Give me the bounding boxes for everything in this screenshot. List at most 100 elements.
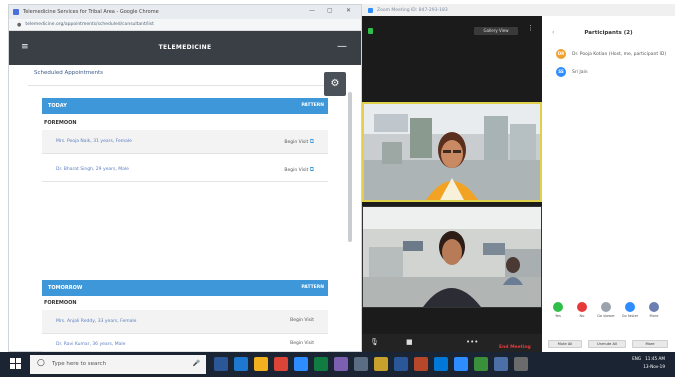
settings-icon[interactable]: ⚙ (324, 72, 346, 96)
clock-time[interactable]: 11:45 AM (645, 356, 665, 361)
appointment-row[interactable]: Dr. Ravi Kumar, 36 years, Male Begin Vis… (42, 336, 328, 352)
address-bar[interactable]: ● telemedicine.org/appointments/schedule… (9, 19, 361, 31)
gallery-toolbar: Gallery View ⋮ (362, 16, 542, 46)
video-call-icon[interactable]: ⧉ (310, 166, 314, 173)
video-call-icon[interactable]: ⧉ (310, 138, 314, 145)
search-icon[interactable]: ○ (37, 358, 45, 368)
video-tile[interactable] (362, 206, 542, 308)
more-icon[interactable]: ••• (466, 338, 478, 346)
participant-video-1 (364, 104, 540, 200)
patient-name[interactable]: Dr. Bharat Singh, 29 years, Male (56, 167, 129, 172)
zoom-window: Zoom Meeting ID: 847-293-183 Gallery Vie… (362, 4, 675, 364)
nonverbal-feedback-bar: Yes No Go slower Go faster More (542, 302, 675, 332)
scheduled-appointments-panel: Scheduled Appointments (28, 62, 324, 86)
section-label: TOMORROW (48, 285, 83, 291)
section-label: TODAY (48, 103, 67, 109)
language-indicator[interactable]: ENG (632, 356, 641, 361)
zoom-window-title: Zoom Meeting ID: 847-293-183 (377, 7, 448, 13)
powerpoint-icon[interactable] (414, 357, 428, 371)
system-tray[interactable]: ENG 11:45 AM 13-Nov-19 (632, 355, 665, 371)
session-label: FOREMOON (44, 120, 77, 126)
avatar: DR (556, 49, 566, 59)
cross-icon[interactable] (577, 302, 587, 312)
word-icon[interactable] (394, 357, 408, 371)
patient-name[interactable]: Mrs. Anjali Reddy, 33 years, Female (56, 319, 136, 324)
zoom-app-icon (368, 7, 373, 13)
appointment-row[interactable]: Dr. Bharat Singh, 29 years, Male Begin V… (42, 158, 328, 182)
more-button[interactable]: More (632, 340, 668, 348)
mic-icon[interactable]: 🎙 (370, 338, 379, 346)
section-header-tomorrow: TOMORROW PATTERN (42, 280, 328, 296)
participant-name: Dr. Pooja Kotian (Host, me, participant … (572, 51, 667, 57)
minimize-icon[interactable]: — (309, 7, 315, 14)
browser-titlebar: Telemedicine Services for Tribal Area - … (9, 5, 361, 19)
feedback-no[interactable]: No (572, 302, 592, 318)
participant-video-2 (363, 207, 541, 307)
slower-icon[interactable] (601, 302, 611, 312)
session-label: FOREMOON (44, 300, 77, 306)
participant-name: Sri Jain (572, 69, 588, 75)
mute-all-button[interactable]: Mute All (548, 340, 582, 348)
begin-visit-button[interactable]: Begin Visit ⧉ (284, 166, 314, 174)
edge-icon[interactable] (234, 357, 248, 371)
lock-icon: ● (17, 21, 22, 28)
close-icon[interactable]: ✕ (346, 7, 351, 14)
feedback-faster[interactable]: Go faster (620, 302, 640, 318)
maximize-icon[interactable]: ▢ (327, 7, 333, 14)
more-icon[interactable] (649, 302, 659, 312)
video-gallery: Gallery View ⋮ 🎙 ■ ••• End Meeting (362, 16, 542, 364)
participant-action-buttons: Mute All Unmute All More (542, 340, 675, 350)
participant-item[interactable]: DR Dr. Pooja Kotian (Host, me, participa… (556, 48, 666, 60)
feedback-more[interactable]: More (644, 302, 664, 318)
begin-visit-button[interactable]: Begin Visit (290, 341, 314, 346)
folder-icon[interactable] (374, 357, 388, 371)
clock-date[interactable]: 13-Nov-19 (643, 364, 665, 369)
encryption-shield-icon[interactable] (368, 28, 373, 34)
more-options-icon[interactable]: ⋮ (527, 24, 534, 32)
app-icon[interactable] (514, 357, 528, 371)
outlook-icon[interactable] (434, 357, 448, 371)
video-tile-active-speaker[interactable] (362, 102, 542, 202)
zoom-taskbar-icon[interactable] (454, 357, 468, 371)
browser-window-title: Telemedicine Services for Tribal Area - … (23, 9, 159, 15)
url-text[interactable]: telemedicine.org/appointments/scheduled/… (25, 22, 154, 27)
avatar: SS (556, 67, 566, 77)
begin-visit-button[interactable]: Begin Visit (290, 318, 314, 323)
feedback-slower[interactable]: Go slower (596, 302, 616, 318)
taskbar-search[interactable]: ○ Type here to search 🎤 (30, 355, 206, 374)
check-icon[interactable] (553, 302, 563, 312)
microphone-icon[interactable]: 🎤 (193, 360, 200, 367)
onenote-icon[interactable] (334, 357, 348, 371)
app-title: TELEMEDICINE (158, 44, 212, 51)
gallery-view-button[interactable]: Gallery View (474, 27, 518, 35)
patient-name[interactable]: Dr. Ravi Kumar, 36 years, Male (56, 342, 125, 347)
section-right-label: PATTERN (301, 103, 324, 108)
excel-icon[interactable] (314, 357, 328, 371)
task-view-icon[interactable] (214, 357, 228, 371)
search-placeholder[interactable]: Type here to search (52, 361, 106, 367)
chrome-icon[interactable] (274, 357, 288, 371)
windows-start-icon[interactable] (10, 358, 22, 370)
patient-name[interactable]: Mrs. Pooja Naik, 31 years, Female (56, 139, 132, 144)
feedback-yes[interactable]: Yes (548, 302, 568, 318)
begin-visit-button[interactable]: Begin Visit ⧉ (284, 138, 314, 146)
scrollbar[interactable] (348, 92, 352, 242)
app-icon[interactable] (474, 357, 488, 371)
video-icon[interactable]: ■ (406, 338, 413, 346)
app-icon[interactable] (494, 357, 508, 371)
collapse-icon[interactable]: — (337, 41, 347, 52)
participants-panel: ‹ Participants (2) DR Dr. Pooja Kotian (… (542, 16, 675, 352)
app-icon[interactable] (354, 357, 368, 371)
faster-icon[interactable] (625, 302, 635, 312)
end-meeting-button[interactable]: End Meeting (499, 345, 531, 350)
appointment-row[interactable]: Mrs. Pooja Naik, 31 years, Female Begin … (42, 130, 328, 154)
unmute-all-button[interactable]: Unmute All (588, 340, 626, 348)
participants-header: Participants (2) (584, 30, 633, 36)
file-explorer-icon[interactable] (254, 357, 268, 371)
zoom-app-icon[interactable] (294, 357, 308, 371)
participant-item[interactable]: SS Sri Jain (556, 66, 588, 78)
section-header-today: TODAY PATTERN (42, 98, 328, 114)
app-header: ≡ TELEMEDICINE — (9, 31, 361, 65)
browser-app-icon (13, 9, 19, 15)
appointment-row[interactable]: Mrs. Anjali Reddy, 33 years, Female Begi… (42, 310, 328, 334)
